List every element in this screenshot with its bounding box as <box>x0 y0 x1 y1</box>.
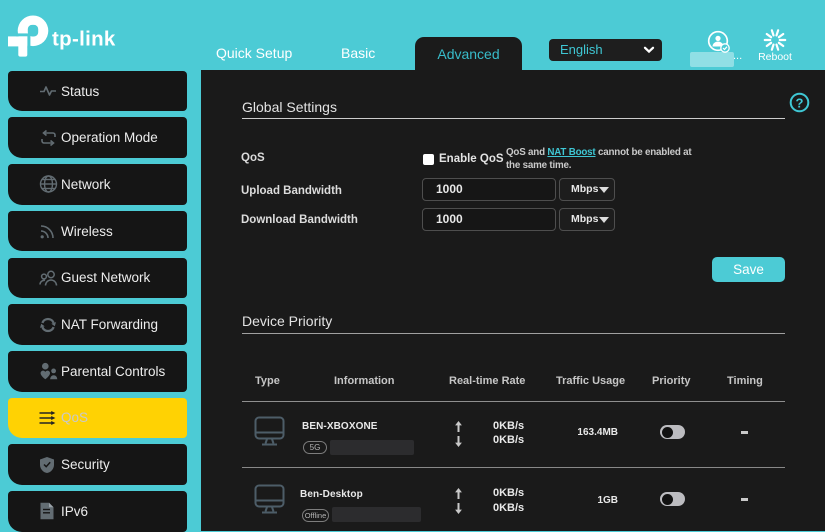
svg-text:?: ? <box>796 95 804 110</box>
svg-text:tp-link: tp-link <box>52 28 116 51</box>
